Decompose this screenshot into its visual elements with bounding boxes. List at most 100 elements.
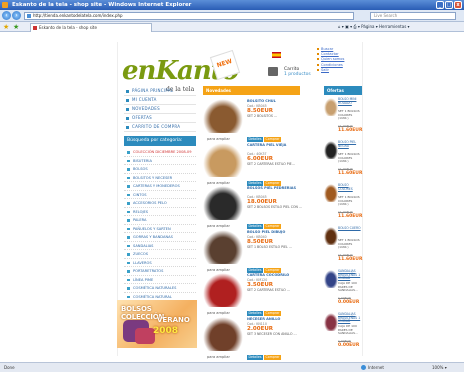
offer-image[interactable] <box>324 141 338 159</box>
offer-image[interactable] <box>324 98 338 116</box>
product-image[interactable] <box>203 186 243 220</box>
browser-tab[interactable]: Eskanto de la tela - shop site <box>30 23 152 32</box>
zoom-link[interactable]: para ampliar <box>207 224 230 228</box>
zoom-link[interactable]: para ampliar <box>207 355 230 359</box>
offer-name[interactable]: BOLSO MINI RODADO <box>338 97 362 105</box>
buy-button[interactable]: Comprar <box>264 224 281 229</box>
category-item[interactable]: ACCESORIOS PELO <box>124 199 196 208</box>
details-button[interactable]: Detalles <box>247 224 263 229</box>
zoom-link[interactable]: para ampliar <box>207 311 230 315</box>
offer-image[interactable] <box>324 270 338 288</box>
product-name[interactable]: BOLSOS PIEL PEDRERIAS <box>247 186 302 190</box>
top-link[interactable]: Quien somos <box>317 57 344 62</box>
offer-image[interactable] <box>324 184 338 202</box>
zoom-link[interactable]: para ampliar <box>207 137 230 141</box>
offer-name[interactable]: BOLSO COLORES <box>338 183 362 191</box>
product-card: BOLSO PIEL DIBUJO Cod.: KB040 8.50EUR SE… <box>203 229 302 275</box>
category-item[interactable]: COSMÉTICA NATURALES <box>124 284 196 293</box>
cart-summary[interactable]: Carrito 1 productos <box>284 67 311 77</box>
nav-new[interactable]: NOVEDADES <box>124 105 196 114</box>
zoom-link[interactable]: para ampliar <box>207 181 230 185</box>
buy-button[interactable]: Comprar <box>264 267 281 273</box>
offer-name[interactable]: BOLSO CUERO <box>338 226 362 231</box>
nav-home[interactable]: PÁGINA PRINCIPAL <box>124 87 196 96</box>
product-card: CARTERA COCODRILO Cod.: KM120 3.50EUR SE… <box>203 273 300 318</box>
category-item[interactable]: PORTARETRATOS <box>124 267 196 276</box>
category-item[interactable]: CINTOS <box>124 191 196 199</box>
product-desc: SET 3 NECESER CON ANILLO ... <box>247 331 297 336</box>
minimize-button[interactable]: _ <box>436 1 444 9</box>
offer-desc: SET 1 BOLSOS COLORES (1UNI.) <box>338 152 360 164</box>
product-desc: SET 2 CARTERAS ESTILO PIE... <box>247 161 295 166</box>
category-item[interactable]: CARTERAS Y MONEDEROS <box>124 182 196 191</box>
nav-cart[interactable]: CARRITO DE COMPRA <box>124 123 196 132</box>
product-name[interactable]: NECESER ANILLO <box>247 317 302 321</box>
product-image[interactable] <box>203 316 243 351</box>
top-link[interactable]: Salir <box>317 68 344 73</box>
offer-card: BOLSO PIEL NEGRA SET 1 BOLSOS COLORES (1… <box>324 140 362 183</box>
offer-image[interactable] <box>324 313 338 331</box>
details-button[interactable]: Detalles <box>247 354 263 360</box>
category-item[interactable]: SANDALIAS <box>124 242 196 250</box>
window-title: Eskanto de la tela - shop site - Windows… <box>12 2 192 8</box>
cart-count: 1 productos <box>284 72 311 77</box>
offer-card: SANDALIAS BRASILEÑAS 1 UNIDAD CAJA DE 10… <box>324 269 362 312</box>
details-button[interactable]: Detalles <box>247 180 263 186</box>
product-image[interactable] <box>203 99 243 133</box>
category-item[interactable]: ZUECOS <box>124 250 196 259</box>
category-item[interactable]: BISUTERIA <box>124 157 196 165</box>
details-button[interactable]: Detalles <box>247 267 263 273</box>
product-price: 2.00EUR <box>247 325 274 332</box>
zoom-control[interactable]: 100% ▾ <box>432 363 447 372</box>
close-button[interactable]: x <box>454 1 462 9</box>
product-image[interactable] <box>203 229 243 264</box>
product-name[interactable]: CARTERA PIEL VIEJA <box>247 143 302 147</box>
product-card: NECESER ANILLO Cod.: KN110 2.00EUR SET 3… <box>203 316 302 362</box>
offer-name[interactable]: SANDALIAS BRASILEÑAS 1 UNIDAD <box>338 312 362 324</box>
maximize-button[interactable]: □ <box>445 1 453 9</box>
offer-name[interactable]: BOLSO PIEL NEGRA <box>338 140 362 148</box>
nav-account[interactable]: MI CUENTA <box>124 96 196 105</box>
novedades-title: Novedades <box>203 86 300 95</box>
ofertas-title: Ofertas <box>324 86 362 95</box>
summer-banner[interactable]: BOLSOS COLECCIÓN VERANO 2008 <box>117 300 197 348</box>
offer-card: BOLSO MINI RODADO SET 1 BOLSOS COLORES (… <box>324 97 362 140</box>
category-item[interactable]: COLECCIÓN DICIEMBRE 2008-09 <box>124 148 196 157</box>
category-item[interactable]: PAÑUELOS Y SARTEN <box>124 225 196 233</box>
add-favorites-icon[interactable]: ★ <box>13 23 19 31</box>
buy-button[interactable]: Comprar <box>264 311 281 316</box>
buy-button[interactable]: Comprar <box>264 180 281 186</box>
category-item[interactable]: RELOJES <box>124 208 196 216</box>
category-item[interactable]: GORRAS Y BANDANAS <box>124 233 196 242</box>
details-button[interactable]: Detalles <box>247 311 263 316</box>
offer-new-price: 0.00EUR <box>338 300 360 305</box>
category-item[interactable]: BOLSITOS Y NECESER <box>124 174 196 182</box>
details-button[interactable]: Detalles <box>247 137 263 142</box>
status-text: Done <box>4 365 15 370</box>
cart-icon[interactable] <box>268 67 278 76</box>
offer-image[interactable] <box>324 227 338 245</box>
category-item[interactable]: BOLSOS <box>124 165 196 174</box>
category-item[interactable]: PALERA <box>124 216 196 225</box>
zoom-link[interactable]: para ampliar <box>207 268 230 272</box>
buy-button[interactable]: Comprar <box>264 354 281 360</box>
spain-flag-icon[interactable] <box>272 52 281 58</box>
url-input[interactable]: http://tienda.enkantodelatela.com/index.… <box>24 12 354 20</box>
offer-name[interactable]: SANDALIAS BRASILEÑAS 1 UNIDAD <box>338 269 362 281</box>
offer-desc: SET 1 BOLSOS COLORES (1UNI.) <box>338 109 360 121</box>
product-name[interactable]: BOLSO PIEL DIBUJO <box>247 230 302 234</box>
buy-button[interactable]: Comprar <box>264 137 281 142</box>
product-name[interactable]: BOLSITO CHUL <box>247 99 302 103</box>
product-name[interactable]: CARTERA COCODRILO <box>247 273 302 277</box>
search-input[interactable]: Live Search <box>370 12 456 20</box>
zone-text: Internet <box>368 365 384 370</box>
command-bar[interactable]: ⌂ ▾ ▣ ▾ ⎙ ▾ Página ▾ Herramientas ▾ <box>338 23 410 31</box>
favorites-star-icon[interactable]: ★ <box>3 23 9 31</box>
category-item[interactable]: LÍNEA PIME <box>124 276 196 284</box>
category-item[interactable]: LLAVEROS <box>124 259 196 267</box>
forward-icon[interactable]: › <box>12 11 21 20</box>
nav-offers[interactable]: OFERTAS <box>124 114 196 123</box>
back-icon[interactable]: ‹ <box>2 11 11 20</box>
product-image[interactable] <box>203 273 243 307</box>
product-image[interactable] <box>203 142 243 177</box>
